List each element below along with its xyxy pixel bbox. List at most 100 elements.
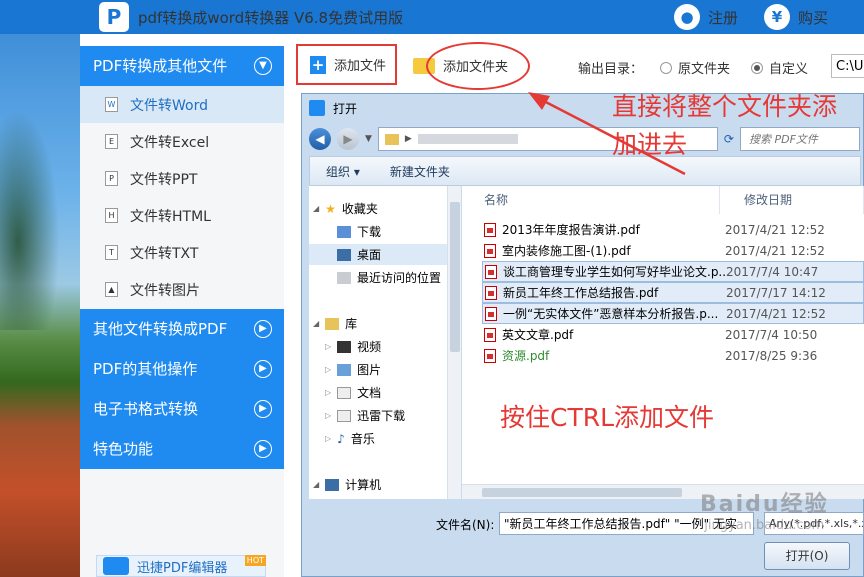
sidebar-item-to-excel[interactable]: E 文件转Excel [80, 123, 284, 160]
category-label: 特色功能 [93, 440, 154, 458]
file-row-selected[interactable]: 谈工商管理专业学生如何写好毕业论文.p... 2017/7/4 10:47 [482, 261, 864, 282]
chevron-right-icon: ▶ [254, 360, 272, 378]
sidebar-item-label: 文件转图片 [130, 282, 200, 299]
file-row[interactable]: 资源.pdf 2017/8/25 9:36 [482, 345, 864, 366]
category-features[interactable]: 特色功能 ▶ [80, 429, 284, 469]
sidebar-item-label: 文件转HTML [130, 208, 211, 225]
scrollbar-thumb[interactable] [482, 488, 682, 497]
tree-desktop[interactable]: 桌面 [309, 244, 454, 265]
sidebar-item-to-ppt[interactable]: P 文件转PPT [80, 160, 284, 197]
category-label: 电子书格式转换 [93, 400, 199, 418]
category-pdf-to-other[interactable]: PDF转换成其他文件 ▼ [80, 46, 284, 86]
buy-button[interactable]: ¥ 购买 [764, 3, 828, 31]
file-name: 谈工商管理专业学生如何写好毕业论文.p... [503, 265, 730, 279]
file-row[interactable]: 室内装修施工图-(1).pdf 2017/4/21 12:52 [482, 240, 864, 261]
output-dir-label: 输出目录： [578, 62, 644, 77]
star-icon: ★ [325, 201, 336, 216]
chevron-down-icon: ▼ [254, 57, 272, 75]
pdf-file-icon [485, 306, 497, 321]
collapse-triangle-icon: ◢ [313, 319, 320, 328]
tree-videos[interactable]: ▷ 视频 [325, 338, 381, 355]
annotation-ctrl-note: 按住CTRL添加文件 [500, 403, 715, 432]
file-row[interactable]: 2013年年度报告演讲.pdf 2017/4/21 12:52 [482, 219, 864, 240]
expand-triangle-icon: ▷ [325, 365, 332, 374]
radio-label: 原文件夹 [678, 62, 731, 77]
radio-selected-icon [751, 61, 763, 74]
back-arrow-icon[interactable]: ◀ [309, 128, 331, 150]
file-date: 2017/4/21 12:52 [725, 222, 825, 237]
pdf-file-icon [485, 285, 497, 300]
history-dropdown-icon[interactable]: ▼ [365, 134, 372, 144]
tree-thunder-downloads[interactable]: ▷ 迅雷下载 [325, 407, 405, 424]
breadcrumb-chevron-icon: ▶ [404, 134, 412, 144]
yen-icon: ¥ [764, 4, 790, 30]
collapse-triangle-icon: ◢ [313, 480, 320, 489]
file-date: 2017/4/21 12:52 [726, 306, 826, 321]
pdf-file-icon [484, 327, 496, 342]
category-other-to-pdf[interactable]: 其他文件转换成PDF ▶ [80, 309, 284, 349]
open-button[interactable]: 打开(O) [764, 542, 850, 570]
file-name: 室内装修施工图-(1).pdf [502, 244, 631, 258]
tree-label: 视频 [357, 340, 382, 354]
category-label: 其他文件转换成PDF [93, 320, 228, 338]
file-row-selected[interactable]: 一例“无实体文件”恶意样本分析报告.p... 2017/4/21 12:52 [482, 303, 864, 324]
organize-menu[interactable]: 组织 ▾ [326, 163, 360, 180]
chevron-right-icon: ▶ [254, 400, 272, 418]
app-icon [309, 100, 325, 116]
html-file-icon: H [105, 208, 118, 223]
sidebar-item-label: 文件转Word [130, 97, 208, 114]
app-title: pdf转换成word转换器 V6.8免费试用版 [138, 9, 404, 27]
tree-label: 音乐 [350, 432, 375, 446]
output-path-input[interactable] [831, 54, 864, 78]
category-pdf-other-ops[interactable]: PDF的其他操作 ▶ [80, 349, 284, 389]
column-header-name[interactable]: 名称 [462, 186, 720, 214]
register-button[interactable]: ● 注册 [674, 3, 738, 31]
background-tree [0, 110, 60, 330]
filename-label: 文件名(N): [436, 518, 495, 532]
sidebar-item-to-txt[interactable]: T 文件转TXT [80, 234, 284, 271]
tree-computer[interactable]: ◢ 计算机 [313, 476, 381, 493]
nav-scrollbar[interactable] [447, 186, 461, 499]
image-file-icon: ▲ [105, 282, 118, 297]
thunder-folder-icon [337, 409, 352, 422]
tree-favorites[interactable]: ◢ ★ 收藏夹 [313, 200, 378, 217]
sidebar: PDF转换成其他文件 ▼ W 文件转Word E 文件转Excel P 文件转P… [80, 46, 284, 577]
tree-library[interactable]: ◢ 库 [313, 315, 357, 332]
file-row[interactable]: 英文文章.pdf 2017/7/4 10:50 [482, 324, 864, 345]
forward-arrow-icon[interactable]: ▶ [337, 128, 359, 150]
watermark-brand: Baidu经验 [700, 492, 829, 517]
tree-downloads[interactable]: 下载 [337, 223, 381, 240]
register-label: 注册 [708, 8, 739, 27]
radio-custom-folder[interactable]: 自定义 [751, 58, 808, 77]
sidebar-item-label: 文件转PPT [130, 171, 198, 188]
file-name: 英文文章.pdf [502, 328, 574, 342]
file-date: 2017/7/17 14:12 [726, 285, 826, 300]
tree-pictures[interactable]: ▷ 图片 [325, 361, 381, 378]
add-folder-button[interactable]: 添加文件夹 [413, 56, 508, 75]
tree-label: 下载 [357, 225, 382, 239]
sidebar-item-to-word[interactable]: W 文件转Word [80, 86, 284, 123]
sidebar-item-to-html[interactable]: H 文件转HTML [80, 197, 284, 234]
add-file-button[interactable]: + 添加文件 [296, 44, 397, 85]
category-ebook-convert[interactable]: 电子书格式转换 ▶ [80, 389, 284, 429]
computer-icon [325, 478, 340, 491]
sidebar-item-to-image[interactable]: ▲ 文件转图片 [80, 271, 284, 308]
column-header-date[interactable]: 修改日期 [720, 186, 864, 214]
tree-documents[interactable]: ▷ 文档 [325, 384, 381, 401]
tree-music[interactable]: ▷ ♪ 音乐 [325, 430, 375, 447]
scrollbar-thumb[interactable] [450, 202, 460, 352]
desktop-icon [337, 248, 351, 261]
watermark-url: jingyan.baidu.com [704, 518, 825, 533]
buy-label: 购买 [798, 8, 829, 27]
tree-recent[interactable]: 最近访问的位置 [337, 269, 441, 286]
file-name: 2013年年度报告演讲.pdf [502, 223, 640, 237]
hot-badge: HOT [244, 555, 266, 566]
radio-source-folder[interactable]: 原文件夹 [660, 58, 730, 77]
dialog-title: 打开 [333, 101, 358, 116]
tree-label: 桌面 [357, 248, 382, 262]
tree-label: 计算机 [345, 478, 382, 492]
promo-banner[interactable]: 迅捷PDF编辑器 HOT [96, 555, 266, 577]
tree-label: 最近访问的位置 [357, 271, 442, 285]
new-folder-button[interactable]: 新建文件夹 [390, 163, 450, 180]
file-row-selected[interactable]: 新员工年终工作总结报告.pdf 2017/7/17 14:12 [482, 282, 864, 303]
